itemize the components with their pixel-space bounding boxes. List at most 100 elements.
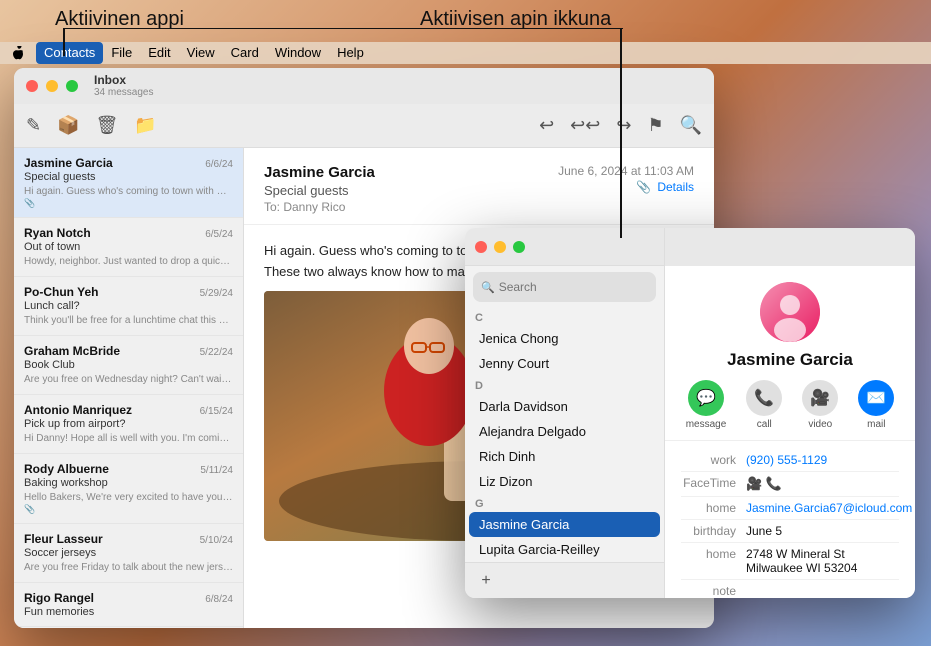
mail-from-5: Rody Albuerne	[24, 462, 109, 476]
menubar-edit[interactable]: Edit	[140, 42, 178, 64]
action-video-button[interactable]: 🎥 video	[802, 380, 838, 430]
mail-from-6: Fleur Lasseur	[24, 532, 103, 546]
contacts-detail-pane: Jasmine Garcia 💬 message 📞 call 🎥 video …	[665, 228, 915, 598]
mail-from-4: Antonio Manriquez	[24, 403, 132, 417]
action-message-button[interactable]: 💬 message	[686, 380, 727, 430]
menubar-help[interactable]: Help	[329, 42, 372, 64]
action-mail-button[interactable]: ✉️ mail	[858, 380, 894, 430]
mail-date-0: 6/6/24	[205, 159, 233, 170]
contact-actions: 💬 message 📞 call 🎥 video ✉️ mail	[686, 380, 895, 430]
menubar-contacts[interactable]: Contacts	[36, 42, 103, 64]
video-icon: 🎥	[802, 380, 838, 416]
mail-preview-0: Hi again. Guess who's coming to town wit…	[24, 185, 233, 198]
contacts-search-bar: 🔍	[473, 272, 656, 302]
reply-icon[interactable]: ↩	[539, 115, 554, 136]
contacts-section-c: C	[465, 308, 664, 326]
mail-label: mail	[867, 419, 885, 430]
archive-icon[interactable]: 📦	[57, 115, 79, 136]
search-icon[interactable]: 🔍	[680, 115, 702, 136]
contacts-list: C Jenica Chong Jenny Court D Darla David…	[465, 308, 664, 562]
contact-info-birthday: birthday June 5	[681, 520, 899, 543]
mail-date-6: 5/10/24	[200, 535, 233, 546]
contacts-list-pane: 🔍 C Jenica Chong Jenny Court D Darla Dav…	[465, 228, 665, 598]
mail-from-7: Rigo Rangel	[24, 591, 94, 605]
mail-item-1[interactable]: Ryan Notch 6/5/24 Out of town Howdy, nei…	[14, 218, 243, 277]
mail-date-3: 5/22/24	[200, 347, 233, 358]
contact-item-lupita-garcia-reilley[interactable]: Lupita Garcia-Reilley	[469, 537, 660, 562]
action-call-button[interactable]: 📞 call	[746, 380, 782, 430]
mail-titlebar: Inbox 34 messages	[14, 68, 714, 104]
facetime-value[interactable]: 🎥 📞	[746, 476, 899, 492]
minimize-button[interactable]	[46, 80, 58, 92]
mail-subject-7: Fun memories	[24, 606, 233, 618]
annotation-line-window	[620, 28, 622, 238]
apple-menu-icon[interactable]	[8, 43, 28, 63]
mail-date-5: 5/11/24	[200, 465, 233, 476]
folder-icon[interactable]: 📁	[134, 115, 156, 136]
mail-date-4: 6/15/24	[200, 406, 233, 417]
contact-item-jasmine-garcia[interactable]: Jasmine Garcia	[469, 512, 660, 537]
flag-icon[interactable]: ⚑	[647, 115, 663, 136]
mail-content-date: June 6, 2024 at 11:03 AM	[558, 164, 694, 178]
add-contact-button[interactable]: +	[475, 570, 497, 592]
mail-content-header: Jasmine Garcia Special guests To: Danny …	[244, 148, 714, 225]
call-label: call	[757, 419, 772, 430]
work-value[interactable]: (920) 555-1129	[746, 453, 899, 467]
contact-item-alejandra-delgado[interactable]: Alejandra Delgado	[469, 419, 660, 444]
contacts-search-input[interactable]	[499, 280, 648, 294]
menubar-view[interactable]: View	[179, 42, 223, 64]
mail-item-5[interactable]: Rody Albuerne 5/11/24 Baking workshop He…	[14, 454, 243, 524]
contact-avatar	[760, 282, 820, 342]
mail-subject-5: Baking workshop	[24, 477, 233, 489]
address-value[interactable]: 2748 W Mineral St Milwaukee WI 53204	[746, 547, 899, 575]
message-label: message	[686, 419, 727, 430]
mail-item-2[interactable]: Po-Chun Yeh 5/29/24 Lunch call? Think yo…	[14, 277, 243, 336]
contacts-footer: +	[465, 562, 664, 598]
annotation-line-app	[63, 28, 65, 56]
contact-item-jenny-court[interactable]: Jenny Court	[469, 351, 660, 376]
mail-details-link[interactable]: Details	[657, 180, 694, 194]
mail-preview-1: Howdy, neighbor. Just wanted to drop a q…	[24, 255, 233, 268]
birthday-value: June 5	[746, 524, 899, 538]
message-icon: 💬	[688, 380, 724, 416]
contact-detail-header: Jasmine Garcia 💬 message 📞 call 🎥 video …	[665, 266, 915, 441]
mail-from-2: Po-Chun Yeh	[24, 285, 98, 299]
mail-item-4[interactable]: Antonio Manriquez 6/15/24 Pick up from a…	[14, 395, 243, 454]
mail-item-0[interactable]: Jasmine Garcia 6/6/24 Special guests Hi …	[14, 148, 243, 218]
mail-preview-6: Are you free Friday to talk about the ne…	[24, 561, 233, 574]
contact-item-rich-dinh[interactable]: Rich Dinh	[469, 444, 660, 469]
mail-date-7: 6/8/24	[205, 594, 233, 605]
birthday-label: birthday	[681, 524, 746, 538]
mail-sidebar: Jasmine Garcia 6/6/24 Special guests Hi …	[14, 148, 244, 628]
contact-item-jenica-chong[interactable]: Jenica Chong	[469, 326, 660, 351]
trash-icon[interactable]: 🗑	[96, 115, 119, 136]
menubar-card[interactable]: Card	[223, 42, 267, 64]
contacts-close-button[interactable]	[475, 241, 487, 253]
contact-item-darla-davidson[interactable]: Darla Davidson	[469, 394, 660, 419]
close-button[interactable]	[26, 80, 38, 92]
note-value[interactable]	[746, 584, 899, 598]
contacts-min-button[interactable]	[494, 241, 506, 253]
menubar-file[interactable]: File	[103, 42, 140, 64]
mail-content-to: To: Danny Rico	[264, 200, 375, 214]
annotation-horiz	[63, 28, 623, 29]
menubar-window[interactable]: Window	[267, 42, 329, 64]
reply-all-icon[interactable]: ↩↩	[570, 115, 600, 136]
mail-item-3[interactable]: Graham McBride 5/22/24 Book Club Are you…	[14, 336, 243, 395]
inbox-count: 34 messages	[94, 87, 153, 99]
compose-icon[interactable]: ✎	[26, 115, 41, 136]
inbox-title: Inbox	[94, 73, 153, 87]
address-label: home	[681, 547, 746, 575]
contacts-max-button[interactable]	[513, 241, 525, 253]
mail-preview-5: Hello Bakers, We're very excited to have…	[24, 491, 233, 504]
mail-subject-0: Special guests	[24, 171, 233, 183]
forward-icon[interactable]: ↪	[616, 115, 631, 136]
maximize-button[interactable]	[66, 80, 78, 92]
contact-item-liz-dizon[interactable]: Liz Dizon	[469, 469, 660, 494]
mail-attach-0: 📎	[24, 198, 233, 209]
email-value[interactable]: Jasmine.Garcia67@icloud.com	[746, 501, 912, 515]
mail-item-6[interactable]: Fleur Lasseur 5/10/24 Soccer jerseys Are…	[14, 524, 243, 583]
email-label: home	[681, 501, 746, 515]
mail-item-7[interactable]: Rigo Rangel 6/8/24 Fun memories	[14, 583, 243, 627]
mail-date-1: 6/5/24	[205, 229, 233, 240]
